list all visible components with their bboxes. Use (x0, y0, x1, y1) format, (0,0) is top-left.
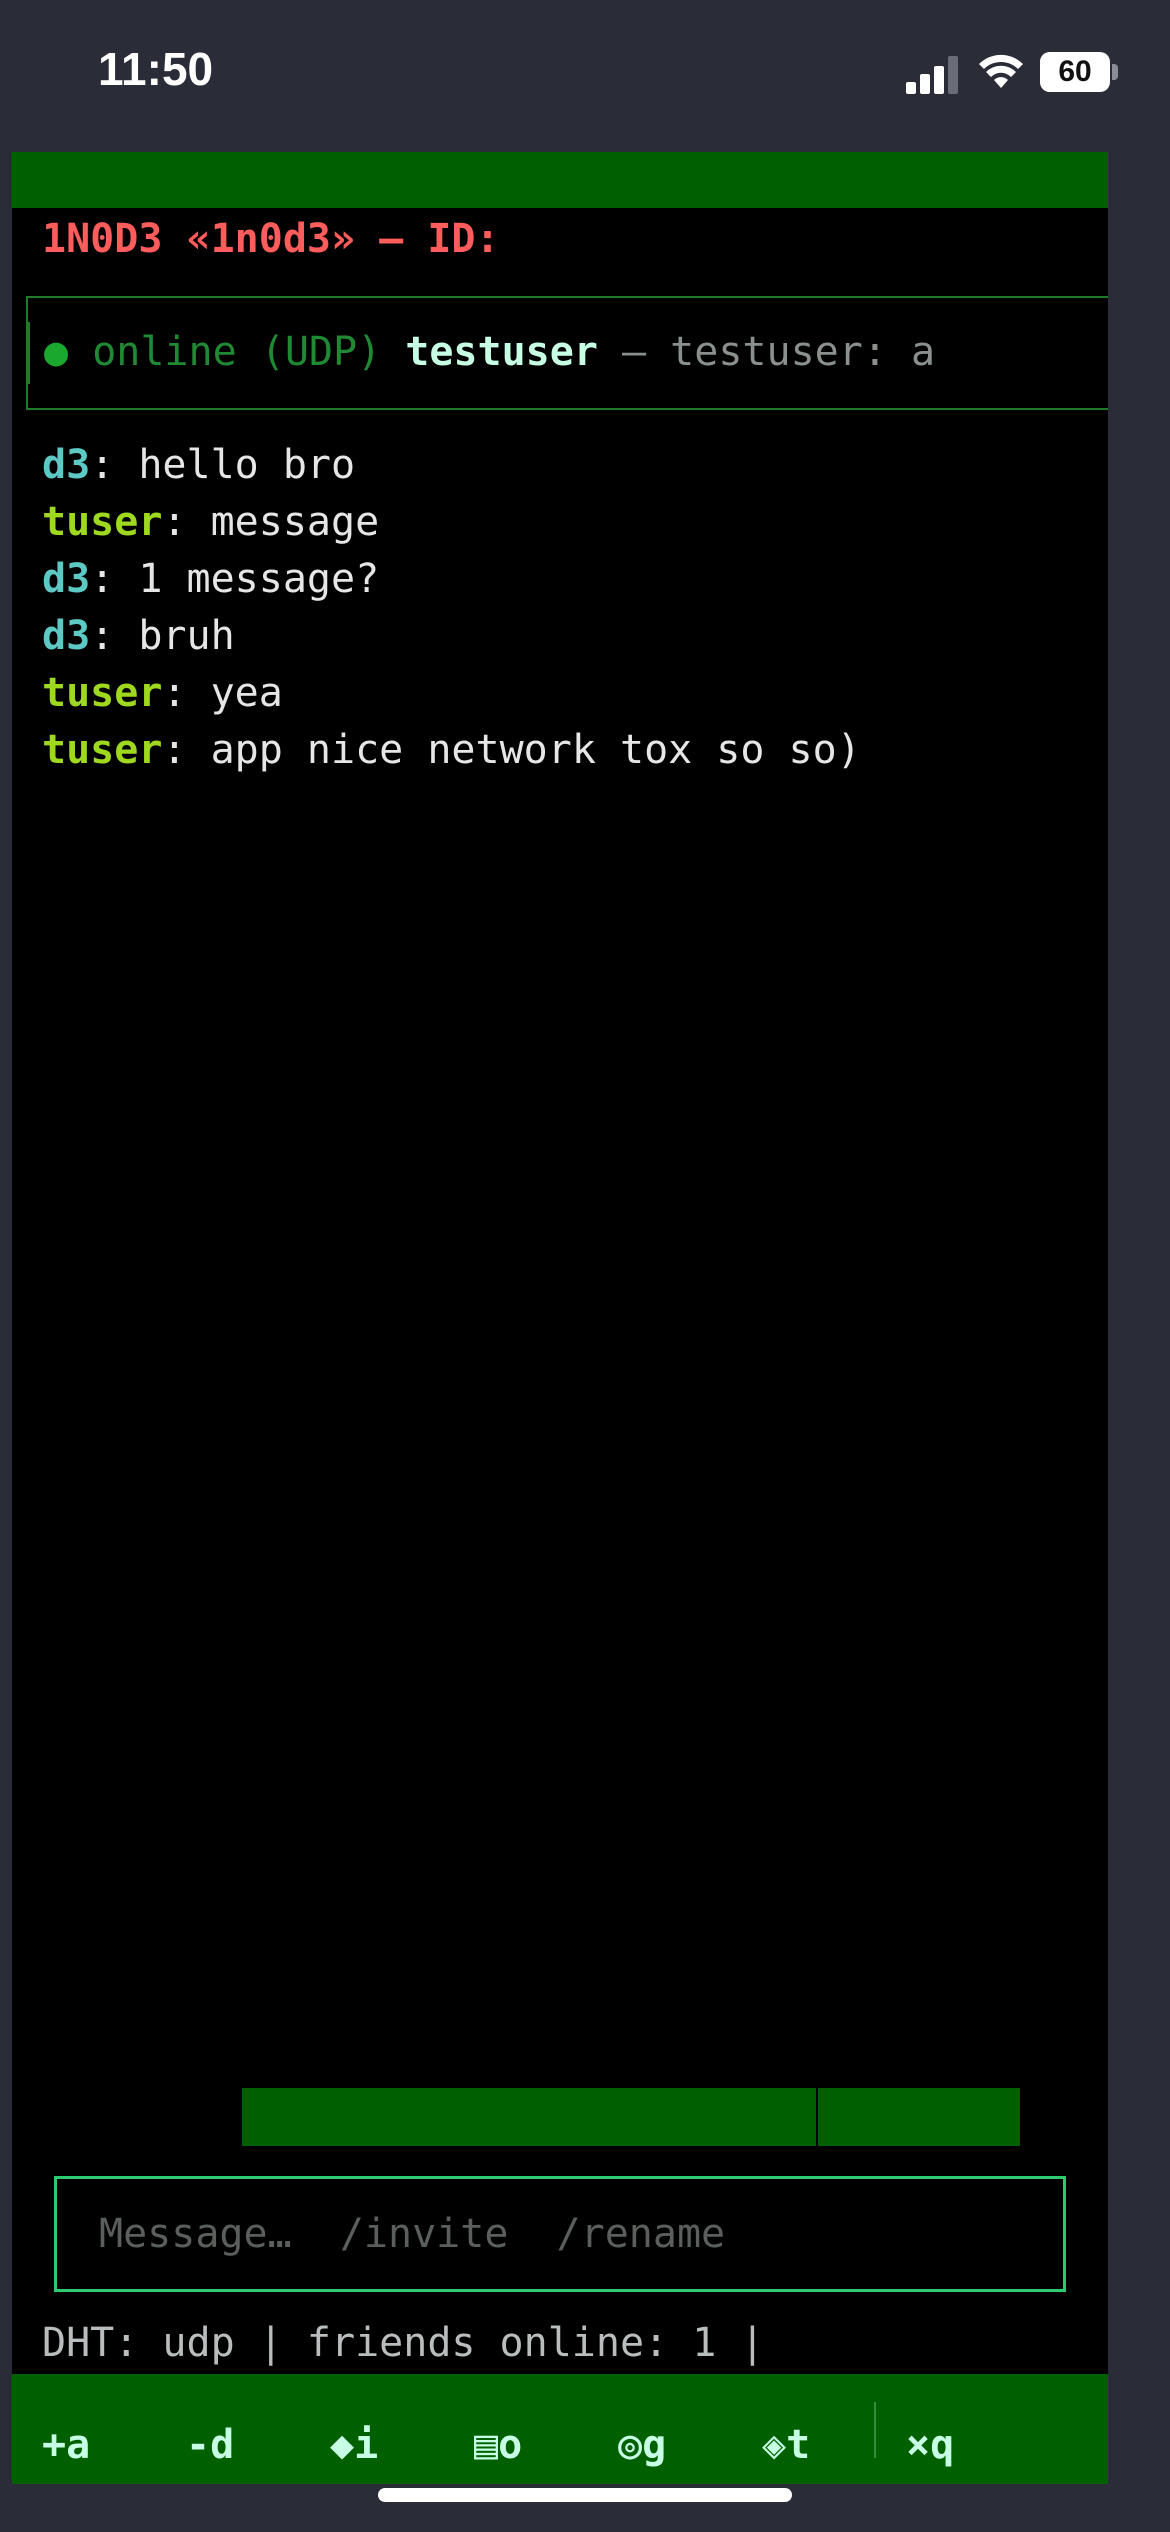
contact-name: testuser (405, 329, 598, 375)
contact-row-content: ● online (UDP) testuser — testuser: a (44, 328, 935, 376)
message-line: d3: hello bro (42, 437, 861, 494)
shortcut-add[interactable]: +a (42, 2422, 186, 2468)
message-line: tuser: message (42, 494, 861, 551)
message-line: d3: bruh (42, 608, 861, 665)
online-dot-icon: ● (44, 329, 69, 375)
contact-last-message: — testuser: a (597, 329, 936, 375)
ios-status-bar: 11:50 60 (0, 0, 1170, 150)
cellular-signal-icon (906, 54, 960, 94)
shortcut-list: +a -d ◆i ▤o ◎g ◈t ×q (42, 2422, 1050, 2468)
shortcut-group[interactable]: ◎g (618, 2422, 762, 2468)
shortcut-theme[interactable]: ◈t (762, 2422, 906, 2468)
message-text: : 1 message? (90, 556, 380, 602)
message-log: d3: hello bro tuser: message d3: 1 messa… (42, 437, 861, 779)
message-sender: d3 (42, 442, 91, 488)
shortcut-delete[interactable]: -d (186, 2422, 330, 2468)
message-text: : bruh (90, 613, 235, 659)
message-input-box[interactable] (54, 2176, 1066, 2292)
message-sender: tuser (42, 727, 163, 773)
message-text: : hello bro (90, 442, 356, 488)
top-bar (12, 152, 1108, 208)
message-sender: tuser (42, 670, 163, 716)
message-text: : app nice network tox so so) (162, 727, 861, 773)
battery-icon: 60 (1040, 52, 1110, 92)
terminal-window: 1N0D3 «1n0d3» — ID: ● online (UDP) testu… (12, 152, 1108, 2484)
message-sender: d3 (42, 613, 91, 659)
message-input[interactable] (57, 2179, 1063, 2289)
message-line: d3: 1 message? (42, 551, 861, 608)
shortcut-quit[interactable]: ×q (906, 2422, 1050, 2468)
message-sender: tuser (42, 499, 163, 545)
message-text: : message (162, 499, 380, 545)
shortcut-open[interactable]: ▤o (474, 2422, 618, 2468)
network-status-line: DHT: udp | friends online: 1 | (42, 2320, 765, 2366)
node-title: 1N0D3 «1n0d3» — ID: (42, 216, 500, 262)
suggestion-bar-side[interactable] (818, 2088, 1020, 2146)
contact-row-marker (28, 322, 30, 384)
shortcut-info[interactable]: ◆i (330, 2422, 474, 2468)
home-indicator[interactable] (378, 2488, 792, 2502)
message-line: tuser: app nice network tox so so) (42, 722, 861, 779)
shortcut-bar: +a -d ◆i ▤o ◎g ◈t ×q (12, 2374, 1108, 2484)
shortcut-divider (874, 2402, 876, 2458)
contact-row-testuser[interactable]: ● online (UDP) testuser — testuser: a (26, 296, 1108, 410)
battery-tip (1112, 64, 1118, 80)
message-sender: d3 (42, 556, 91, 602)
message-line: tuser: yea (42, 665, 861, 722)
suggestion-bar-main[interactable] (242, 2088, 816, 2146)
battery-percentage: 60 (1058, 55, 1092, 88)
clock-time: 11:50 (98, 43, 214, 95)
wifi-icon (979, 54, 1023, 88)
contact-status: online (UDP) (92, 329, 382, 375)
message-text: : yea (162, 670, 283, 716)
